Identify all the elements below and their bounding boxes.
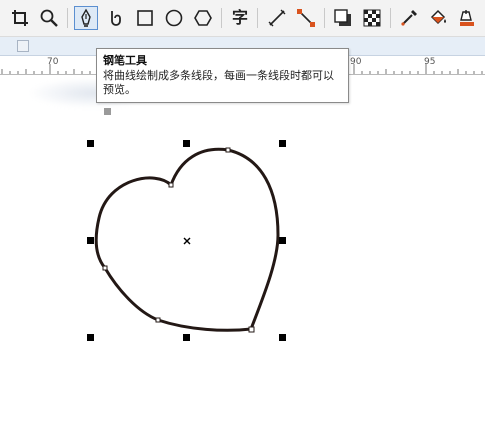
selection-handle-top-left[interactable] — [87, 140, 94, 147]
selection-handle-top-right[interactable] — [279, 140, 286, 147]
text-tool-button[interactable]: 字 — [228, 6, 252, 30]
eyedropper-icon — [401, 10, 417, 26]
zoom-tool-button[interactable] — [37, 6, 61, 30]
dimension-tool-button[interactable] — [265, 6, 289, 30]
smart-fill-icon — [460, 10, 474, 26]
drop-shadow-tool-button[interactable] — [331, 6, 355, 30]
crop-icon — [12, 10, 28, 26]
ruler-label-95: 95 — [424, 57, 436, 67]
connector-tool-button[interactable] — [294, 6, 318, 30]
main-toolbar: 字 — [0, 0, 485, 37]
ellipse-icon — [165, 9, 183, 27]
polygon-tool-button[interactable] — [191, 6, 215, 30]
property-bar-button[interactable] — [17, 40, 29, 52]
ruler-label-70: 70 — [47, 57, 59, 67]
pen-nib-icon — [81, 8, 91, 27]
pen-tool-tooltip: 钢笔工具 将曲线绘制成多条线段，每画一条线段时都可以预览。 — [96, 48, 349, 103]
path-node[interactable] — [168, 182, 174, 188]
magnifier-icon — [40, 9, 58, 27]
bspline-tool-button[interactable] — [104, 6, 128, 30]
path-node[interactable] — [102, 265, 108, 271]
selection-handle-middle-left[interactable] — [87, 237, 94, 244]
selection-handle-bottom-right[interactable] — [279, 334, 286, 341]
selection-handle-bottom-left[interactable] — [87, 334, 94, 341]
checkerboard-icon — [363, 9, 381, 27]
crop-tool-button[interactable] — [8, 6, 32, 30]
smart-fill-tool-button[interactable] — [455, 6, 479, 30]
selection-handle-middle-right[interactable] — [279, 237, 286, 244]
tooltip-body: 将曲线绘制成多条线段，每画一条线段时都可以预览。 — [103, 69, 334, 96]
rectangle-tool-button[interactable] — [133, 6, 157, 30]
ellipse-tool-button[interactable] — [162, 6, 186, 30]
center-marker-icon — [183, 237, 191, 245]
tooltip-title: 钢笔工具 — [103, 54, 147, 67]
path-node[interactable] — [248, 326, 255, 333]
text-icon: 字 — [231, 8, 248, 27]
pen-tool-button[interactable] — [74, 6, 98, 30]
hexagon-icon — [194, 10, 212, 26]
path-node[interactable] — [225, 147, 231, 153]
drawing-canvas[interactable] — [0, 75, 485, 446]
selection-handle-top-middle[interactable] — [183, 140, 190, 147]
interactive-fill-tool-button[interactable] — [426, 6, 450, 30]
transparency-tool-button[interactable] — [360, 6, 384, 30]
drop-shadow-icon — [334, 9, 351, 26]
toolbar-separator — [390, 8, 391, 28]
spiral-hook-icon — [111, 11, 121, 26]
toolbar-separator — [221, 8, 222, 28]
eyedropper-tool-button[interactable] — [397, 6, 421, 30]
toolbar-separator — [257, 8, 258, 28]
heart-curve[interactable] — [94, 147, 280, 332]
ruler-label-90: 90 — [350, 57, 362, 67]
selection-handle-bottom-middle[interactable] — [183, 334, 190, 341]
path-node[interactable] — [155, 317, 161, 323]
connector-icon — [297, 9, 315, 27]
rotation-marker — [104, 108, 111, 115]
toolbar-separator — [324, 8, 325, 28]
paint-bucket-icon — [430, 9, 446, 25]
parallel-dimension-icon — [268, 9, 286, 27]
rectangle-icon — [137, 10, 153, 26]
toolbar-separator — [67, 8, 68, 28]
